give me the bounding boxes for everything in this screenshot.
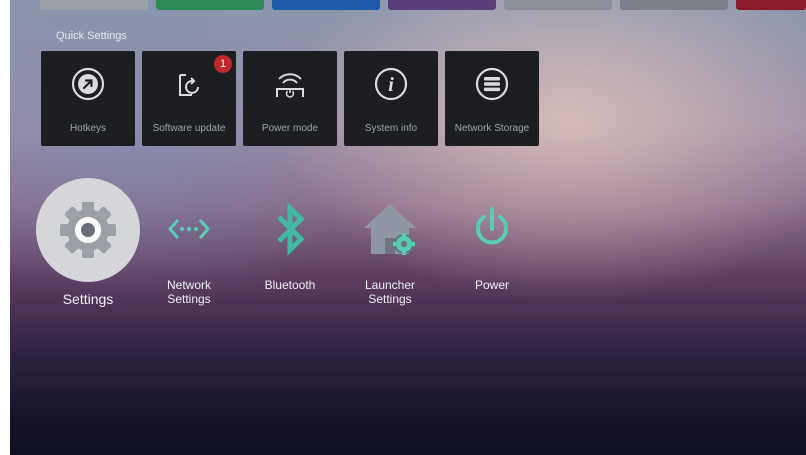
top-strip-5[interactable] [504,0,612,10]
tile-system-info[interactable]: i System info [344,51,438,146]
app-network-settings[interactable]: Network Settings [149,200,229,306]
tile-label: Power mode [261,123,319,134]
top-strip-2[interactable] [156,0,264,10]
storage-icon [475,67,509,106]
app-label-line1: Network [166,278,211,292]
tile-label: Hotkeys [69,123,107,134]
app-bluetooth[interactable]: Bluetooth [250,200,330,292]
power-mode-icon [270,67,310,106]
app-power[interactable]: Power [452,200,532,292]
app-label: Bluetooth [264,278,316,292]
top-strip-1[interactable] [40,0,148,10]
app-label: Power [474,278,509,292]
tile-label: Network Storage [454,123,530,134]
tile-label: Software update [152,123,226,134]
hotkeys-icon [71,67,105,106]
update-icon [172,67,206,106]
app-label-line1: Launcher [364,278,416,292]
gear-icon [36,178,140,282]
tv-home-screen: Quick Settings Hotkeys 1 Software update [10,0,806,455]
launcher-settings-icon [364,204,416,255]
tile-network-storage[interactable]: Network Storage [445,51,539,146]
top-strip-7[interactable] [736,0,806,10]
top-strip-6[interactable] [620,0,728,10]
app-label: Settings [62,291,114,307]
tile-label: System info [364,123,418,134]
network-arrows-icon [167,219,211,239]
top-strip-4[interactable] [388,0,496,10]
app-settings[interactable]: Settings [36,178,140,306]
app-label-line2: Settings [167,292,211,306]
bluetooth-icon [277,201,305,257]
power-icon [476,207,508,245]
app-label-line2: Settings [368,292,412,306]
app-launcher-settings[interactable]: Launcher Settings [350,200,430,306]
quick-settings-title: Quick Settings [56,30,127,42]
notification-badge: 1 [214,55,232,73]
tile-power-mode[interactable]: Power mode [243,51,337,146]
svg-text:i: i [388,74,394,96]
info-icon: i [374,67,408,106]
tile-software-update[interactable]: 1 Software update [142,51,236,146]
tile-hotkeys[interactable]: Hotkeys [41,51,135,146]
top-strip-3[interactable] [272,0,380,10]
